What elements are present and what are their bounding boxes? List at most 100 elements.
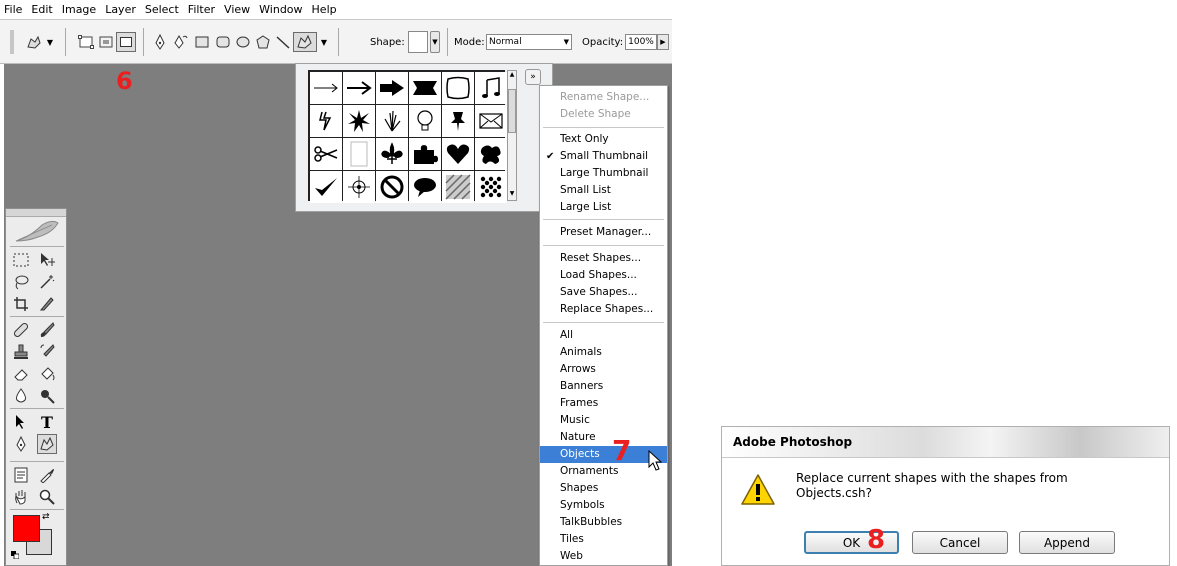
history-brush-icon[interactable] bbox=[37, 342, 57, 362]
fleur-de-lis-icon[interactable] bbox=[376, 138, 408, 170]
menu-item-symbols[interactable]: Symbols bbox=[540, 497, 667, 514]
pen-tool-icon[interactable] bbox=[150, 32, 170, 52]
dodge-tool-icon[interactable] bbox=[37, 386, 57, 406]
arrow-icon[interactable] bbox=[343, 72, 375, 104]
lasso-tool-icon[interactable] bbox=[11, 272, 31, 292]
menu-item-tiles[interactable]: Tiles bbox=[540, 531, 667, 548]
blob-icon[interactable] bbox=[475, 138, 507, 170]
envelope-icon[interactable] bbox=[475, 105, 507, 137]
scissors-icon[interactable] bbox=[310, 138, 342, 170]
foreground-color-swatch[interactable] bbox=[13, 515, 40, 542]
menu-item-banners[interactable]: Banners bbox=[540, 378, 667, 395]
scroll-up-icon[interactable]: ▲ bbox=[508, 71, 516, 81]
menu-item-replace-shapes[interactable]: Replace Shapes... bbox=[540, 301, 667, 318]
menu-item-reset-shapes[interactable]: Reset Shapes... bbox=[540, 250, 667, 267]
menu-item-frames[interactable]: Frames bbox=[540, 395, 667, 412]
rectangle-tool-icon[interactable] bbox=[192, 32, 212, 52]
menu-item-shapes[interactable]: Shapes bbox=[540, 480, 667, 497]
custom-shape-tool-icon[interactable] bbox=[37, 434, 57, 454]
type-tool-icon[interactable]: T bbox=[37, 412, 57, 432]
menu-filter[interactable]: Filter bbox=[188, 3, 215, 16]
frame-icon[interactable] bbox=[442, 72, 474, 104]
eyedropper-icon[interactable] bbox=[37, 465, 57, 485]
notes-tool-icon[interactable] bbox=[11, 465, 31, 485]
checkmark-icon[interactable] bbox=[310, 171, 342, 203]
menu-item-large-list[interactable]: Large List bbox=[540, 199, 667, 216]
no-sign-icon[interactable] bbox=[376, 171, 408, 203]
menu-item-arrows[interactable]: Arrows bbox=[540, 361, 667, 378]
paint-bucket-icon[interactable] bbox=[37, 364, 57, 384]
crop-tool-icon[interactable] bbox=[11, 294, 31, 314]
menu-window[interactable]: Window bbox=[259, 3, 302, 16]
heart-icon[interactable] bbox=[442, 138, 474, 170]
menu-item-load-shapes[interactable]: Load Shapes... bbox=[540, 267, 667, 284]
swap-colors-icon[interactable]: ⇄ bbox=[42, 512, 50, 522]
magic-wand-icon[interactable] bbox=[37, 272, 57, 292]
arrow-bold-icon[interactable] bbox=[376, 72, 408, 104]
picker-scrollbar[interactable]: ▲ ▼ bbox=[507, 70, 517, 201]
music-note-icon[interactable] bbox=[475, 72, 507, 104]
paths-icon[interactable] bbox=[96, 32, 116, 52]
brush-tool-icon[interactable] bbox=[37, 320, 57, 340]
grass-icon[interactable] bbox=[376, 105, 408, 137]
zoom-tool-icon[interactable] bbox=[37, 487, 57, 507]
banner-icon[interactable] bbox=[409, 72, 441, 104]
scroll-thumb[interactable] bbox=[508, 89, 516, 133]
arrow-thin-icon[interactable] bbox=[310, 72, 342, 104]
scroll-down-icon[interactable]: ▼ bbox=[508, 190, 516, 200]
pen-tool-icon[interactable] bbox=[11, 434, 31, 454]
healing-brush-icon[interactable] bbox=[11, 320, 31, 340]
chevron-down-icon[interactable]: ▼ bbox=[430, 31, 440, 53]
menu-item-animals[interactable]: Animals bbox=[540, 344, 667, 361]
puzzle-icon[interactable] bbox=[409, 138, 441, 170]
blur-tool-icon[interactable] bbox=[11, 386, 31, 406]
menu-item-preset-manager[interactable]: Preset Manager... bbox=[540, 224, 667, 241]
menu-image[interactable]: Image bbox=[62, 3, 96, 16]
menu-item-music[interactable]: Music bbox=[540, 412, 667, 429]
menu-item-save-shapes[interactable]: Save Shapes... bbox=[540, 284, 667, 301]
freeform-pen-icon[interactable] bbox=[170, 32, 190, 52]
clone-stamp-icon[interactable] bbox=[11, 342, 31, 362]
hatch-pattern-icon[interactable] bbox=[442, 171, 474, 203]
menu-item-nature[interactable]: Nature bbox=[540, 429, 667, 446]
cancel-button[interactable]: Cancel bbox=[912, 531, 1008, 554]
menu-item-large-thumbnail[interactable]: Large Thumbnail bbox=[540, 165, 667, 182]
menu-file[interactable]: File bbox=[4, 3, 22, 16]
slice-tool-icon[interactable] bbox=[37, 294, 57, 314]
lightbulb-icon[interactable] bbox=[409, 105, 441, 137]
move-tool-icon[interactable] bbox=[37, 250, 57, 270]
marquee-tool-icon[interactable] bbox=[11, 250, 31, 270]
shape-layers-icon[interactable] bbox=[76, 32, 96, 52]
default-colors-icon[interactable] bbox=[11, 549, 20, 560]
blank-page-icon[interactable] bbox=[343, 138, 375, 170]
line-tool-icon[interactable] bbox=[273, 32, 293, 52]
custom-shape-tool-icon[interactable] bbox=[293, 32, 317, 52]
dot-grid-icon[interactable] bbox=[475, 171, 507, 203]
polygon-tool-icon[interactable] bbox=[253, 32, 273, 52]
chevron-down-icon[interactable]: ▼ bbox=[46, 32, 54, 52]
eraser-tool-icon[interactable] bbox=[11, 364, 31, 384]
opacity-field[interactable]: 100% bbox=[625, 34, 657, 50]
pushpin-icon[interactable] bbox=[442, 105, 474, 137]
fill-pixels-icon[interactable] bbox=[116, 32, 136, 52]
shape-swatch[interactable] bbox=[408, 31, 428, 53]
path-selection-icon[interactable] bbox=[11, 412, 31, 432]
picker-menu-button[interactable]: » bbox=[525, 69, 541, 85]
menu-view[interactable]: View bbox=[224, 3, 250, 16]
rounded-rectangle-icon[interactable] bbox=[213, 32, 233, 52]
lightning-icon[interactable] bbox=[310, 105, 342, 137]
menu-item-small-list[interactable]: Small List bbox=[540, 182, 667, 199]
target-icon[interactable] bbox=[343, 171, 375, 203]
menu-item-all[interactable]: All bbox=[540, 327, 667, 344]
menu-select[interactable]: Select bbox=[145, 3, 179, 16]
mode-select[interactable]: Normal ▼ bbox=[486, 34, 572, 50]
menu-edit[interactable]: Edit bbox=[31, 3, 52, 16]
menu-item-small-thumbnail[interactable]: ✔ Small Thumbnail bbox=[540, 148, 667, 165]
ellipse-tool-icon[interactable] bbox=[233, 32, 253, 52]
menu-layer[interactable]: Layer bbox=[105, 3, 136, 16]
starburst-icon[interactable] bbox=[343, 105, 375, 137]
menu-item-text-only[interactable]: Text Only bbox=[540, 131, 667, 148]
chevron-right-icon[interactable]: ▶ bbox=[657, 34, 669, 50]
menu-item-talkbubbles[interactable]: TalkBubbles bbox=[540, 514, 667, 531]
tool-preset-picker-icon[interactable] bbox=[24, 32, 44, 52]
